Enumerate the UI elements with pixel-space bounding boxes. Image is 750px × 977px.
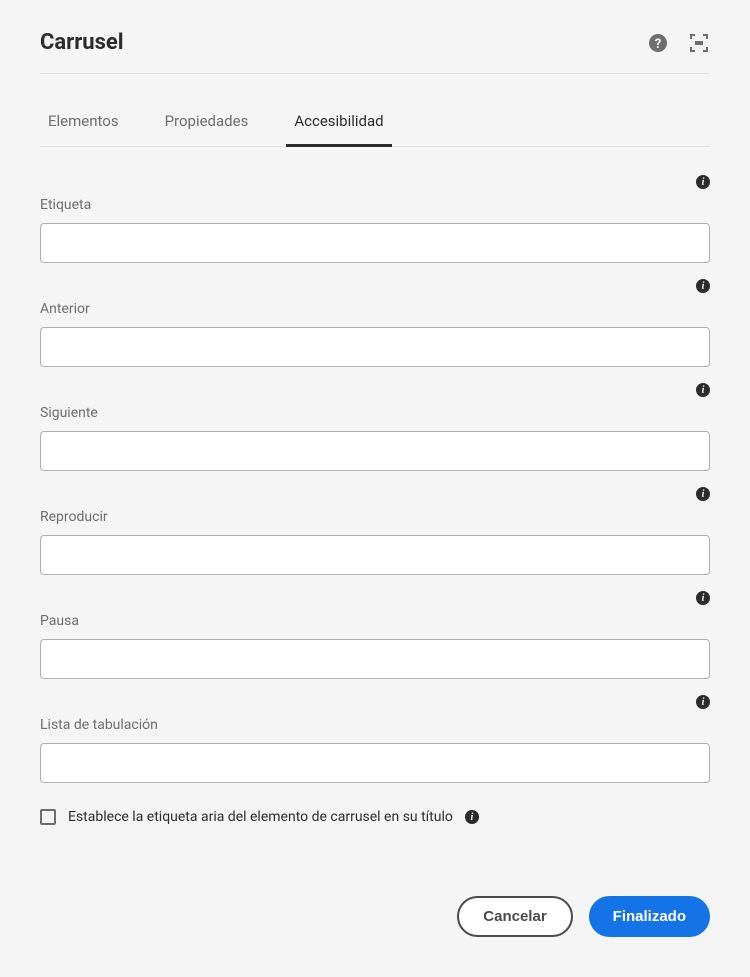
field-siguiente: i Siguiente [40, 383, 710, 471]
field-lista-tabulacion: i Lista de tabulación [40, 695, 710, 783]
field-label-reproducir: Reproducir [40, 509, 710, 525]
info-icon[interactable]: i [696, 383, 710, 397]
field-pausa: i Pausa [40, 591, 710, 679]
dialog-footer: Cancelar Finalizado [40, 866, 710, 937]
checkbox-label: Establece la etiqueta aria del elemento … [68, 809, 453, 825]
siguiente-input[interactable] [40, 431, 710, 471]
anterior-input[interactable] [40, 327, 710, 367]
help-icon[interactable]: ? [648, 33, 668, 53]
field-label-etiqueta: Etiqueta [40, 197, 710, 213]
pausa-input[interactable] [40, 639, 710, 679]
done-button[interactable]: Finalizado [589, 896, 710, 937]
info-icon[interactable]: i [696, 175, 710, 189]
tab-accesibilidad[interactable]: Accesibilidad [286, 102, 391, 147]
info-icon[interactable]: i [696, 279, 710, 293]
checkbox-row: Establece la etiqueta aria del elemento … [40, 809, 710, 825]
tab-propiedades[interactable]: Propiedades [157, 102, 257, 147]
field-label-pausa: Pausa [40, 613, 710, 629]
fullscreen-icon[interactable] [688, 32, 710, 54]
info-icon[interactable]: i [465, 810, 479, 824]
aria-title-checkbox[interactable] [40, 809, 56, 825]
lista-tabulacion-input[interactable] [40, 743, 710, 783]
tab-elementos[interactable]: Elementos [40, 102, 127, 147]
etiqueta-input[interactable] [40, 223, 710, 263]
info-icon[interactable]: i [696, 695, 710, 709]
field-reproducir: i Reproducir [40, 487, 710, 575]
dialog-header: Carrusel ? [40, 30, 710, 74]
svg-text:?: ? [655, 37, 661, 52]
field-etiqueta: i Etiqueta [40, 175, 710, 263]
field-label-lista-tabulacion: Lista de tabulación [40, 717, 710, 733]
cancel-button[interactable]: Cancelar [457, 896, 572, 937]
reproducir-input[interactable] [40, 535, 710, 575]
carousel-dialog: Carrusel ? Elementos Propiedades [0, 0, 750, 977]
header-icons: ? [648, 32, 710, 54]
dialog-title: Carrusel [40, 30, 124, 55]
tabs: Elementos Propiedades Accesibilidad [40, 102, 710, 147]
content-panel: i Etiqueta i Anterior i Siguiente i Repr… [40, 147, 710, 866]
field-label-siguiente: Siguiente [40, 405, 710, 421]
field-label-anterior: Anterior [40, 301, 710, 317]
info-icon[interactable]: i [696, 487, 710, 501]
field-anterior: i Anterior [40, 279, 710, 367]
info-icon[interactable]: i [696, 591, 710, 605]
